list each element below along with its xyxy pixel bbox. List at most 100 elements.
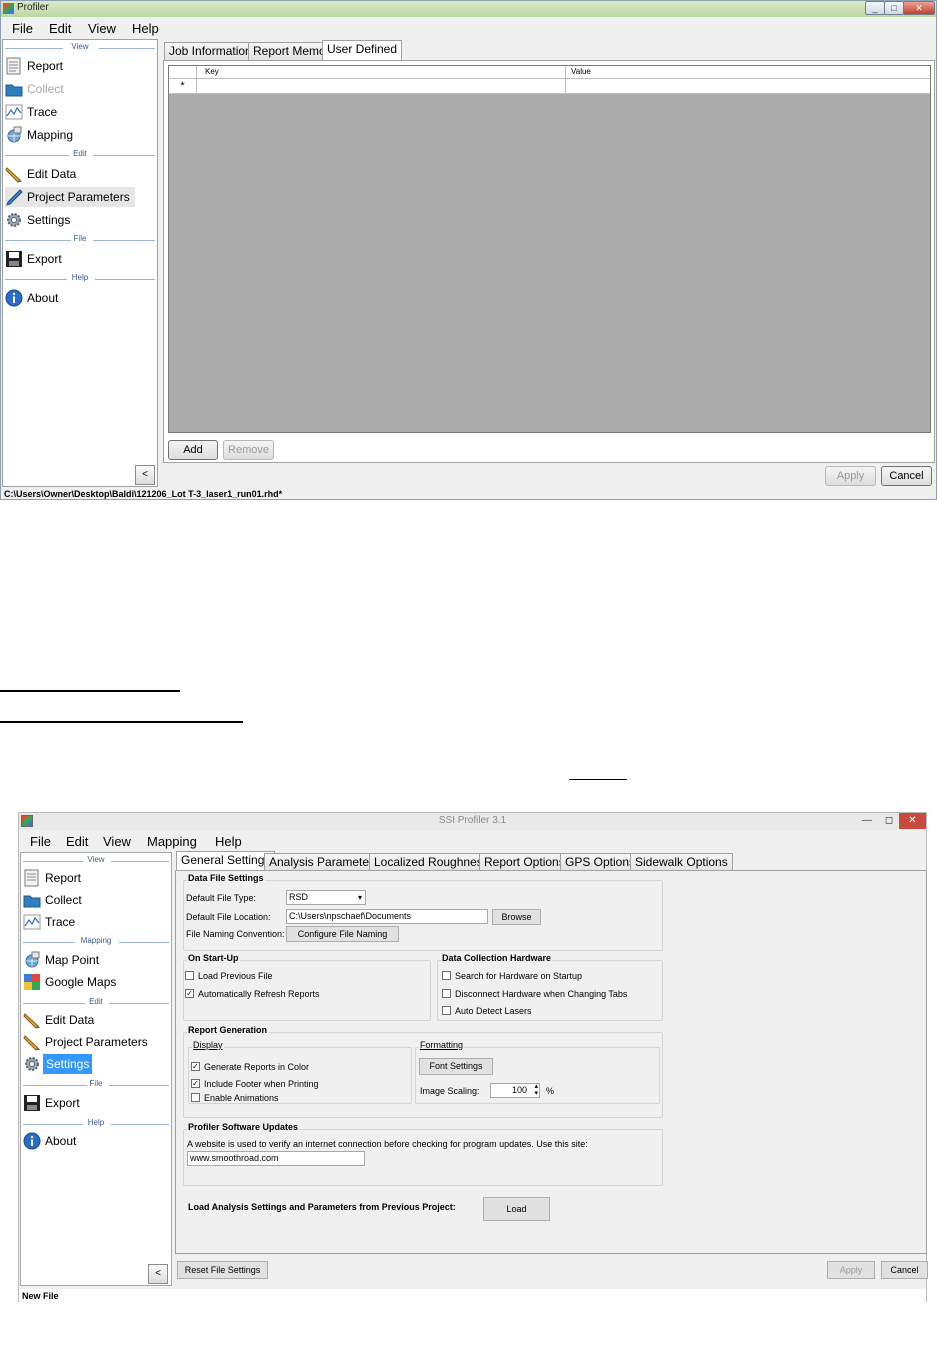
default-file-location-input[interactable]: C:\Users\npschaef\Documents [286,909,488,924]
section-edit: Edit [23,997,169,1009]
new-row[interactable]: * [169,79,930,94]
collapse-sidebar-button[interactable]: < [148,1264,168,1284]
tab-report-memo[interactable]: Report Memo [248,42,331,61]
floppy-disk-icon [24,1095,40,1111]
key-value-grid[interactable]: Key Value * [168,65,931,433]
nav-export[interactable]: Export [23,1093,163,1113]
folder-icon [5,84,23,97]
nav-collect[interactable]: Collect [5,79,145,99]
trace-icon [23,914,41,930]
collapse-sidebar-button[interactable]: < [135,465,155,485]
minimize-button[interactable]: _ [865,1,885,15]
menu-file[interactable]: File [12,21,33,36]
nav-trace[interactable]: Trace [5,102,145,122]
image-scaling-label: Image Scaling: [420,1086,480,1096]
nav-google-maps[interactable]: Google Maps [23,972,163,992]
tab-general-settings[interactable]: General Settings [176,851,276,872]
default-file-type-select[interactable]: RSD ▾ [286,890,366,905]
image-scaling-stepper[interactable]: 100 ▴ ▾ [490,1083,540,1098]
software-updates-group: Profiler Software Updates A website is u… [183,1122,663,1186]
close-button[interactable]: ✕ [903,1,935,15]
tab-user-defined[interactable]: User Defined [322,40,403,61]
nav-report[interactable]: Report [5,56,145,76]
menu-help[interactable]: Help [215,834,242,849]
updates-description: A website is used to verify an internet … [187,1139,588,1149]
cancel-button[interactable]: Cancel [881,466,932,486]
info-icon [5,289,23,307]
section-view: View [23,855,169,867]
window-title: Profiler [17,2,49,13]
configure-file-naming-button[interactable]: Configure File Naming [286,926,399,942]
nav-map-point[interactable]: Map Point [23,950,163,970]
info-icon [23,1132,41,1150]
pen-icon [6,189,23,206]
nav-project-parameters[interactable]: Project Parameters [23,1032,163,1052]
apply-button[interactable]: Apply [827,1261,875,1279]
font-settings-button[interactable]: Font Settings [419,1058,493,1075]
new-row-marker: * [169,79,197,93]
menu-mapping[interactable]: Mapping [147,834,197,849]
add-button[interactable]: Add [168,440,218,460]
section-view: View [5,42,155,54]
nav-report[interactable]: Report [23,868,163,888]
nav-trace[interactable]: Trace [23,912,163,932]
menu-help[interactable]: Help [132,21,159,36]
nav-collect[interactable]: Collect [23,890,163,910]
nav-settings[interactable]: Settings [23,1054,163,1074]
heading-rule-1 [0,690,180,692]
nav-edit-data[interactable]: Edit Data [23,1010,163,1030]
user-defined-panel: Key Value * Add Remove [163,60,935,463]
nav-settings[interactable]: Settings [5,210,145,230]
grid-header: Key Value [169,66,930,79]
close-button[interactable]: ✕ [899,813,926,829]
menu-edit[interactable]: Edit [66,834,88,849]
report-icon [6,57,21,75]
section-help: Help [23,1118,169,1130]
column-value[interactable]: Value [571,67,591,76]
menu-edit[interactable]: Edit [49,21,71,36]
nav-about[interactable]: About [23,1131,163,1151]
globe-icon [25,951,40,968]
nav-project-parameters[interactable]: Project Parameters [5,187,135,207]
spinner-arrows-icon[interactable]: ▴ ▾ [534,1084,538,1097]
underline-mark [569,779,627,780]
status-bar: New File [19,1289,926,1302]
heading-rule-2 [0,721,243,723]
nav-mapping[interactable]: Mapping [5,125,145,145]
update-site-input[interactable]: www.smoothroad.com [187,1151,365,1166]
globe-icon [7,126,22,143]
formatting-subgroup: Formatting Font Settings Image Scaling: … [415,1040,660,1104]
menu-bar: File Edit View Help [1,18,936,38]
google-maps-icon [24,974,40,990]
gear-icon [25,1057,39,1071]
floppy-disk-icon [6,251,22,267]
menu-view[interactable]: View [88,21,116,36]
minimize-button[interactable]: — [857,813,877,829]
pencil-icon [23,1035,40,1051]
pencil-icon [23,1013,40,1029]
column-key[interactable]: Key [205,67,219,76]
menu-view[interactable]: View [103,834,131,849]
nav-about[interactable]: About [5,288,145,308]
apply-button[interactable]: Apply [825,466,876,486]
nav-edit-data[interactable]: Edit Data [5,164,145,184]
nav-export[interactable]: Export [5,249,145,269]
remove-button[interactable]: Remove [223,440,274,460]
cancel-button[interactable]: Cancel [881,1261,928,1279]
file-naming-convention-label: File Naming Convention: [186,929,285,939]
section-file: File [23,1079,169,1091]
reset-file-settings-button[interactable]: Reset File Settings [177,1261,268,1279]
tab-job-information[interactable]: Job Information [164,42,257,61]
menu-file[interactable]: File [30,834,51,849]
report-generation-group: Report Generation Display ✓ Generate Repo… [183,1025,663,1118]
maximize-button[interactable]: ◻ [879,813,899,829]
app-icon [3,3,14,14]
load-button[interactable]: Load [483,1197,550,1221]
maximize-button[interactable]: □ [884,1,904,15]
status-bar-file-path: C:\Users\Owner\Desktop\Baldi\121206_Lot … [4,489,283,499]
profiler-window-1: Profiler _ □ ✕ File Edit View Help View … [0,0,937,500]
menu-bar: File Edit View Mapping Help [19,831,926,851]
browse-button[interactable]: Browse [492,909,541,925]
section-help: Help [5,273,155,285]
general-settings-panel: Data File Settings Default File Type: RS… [175,870,927,1254]
